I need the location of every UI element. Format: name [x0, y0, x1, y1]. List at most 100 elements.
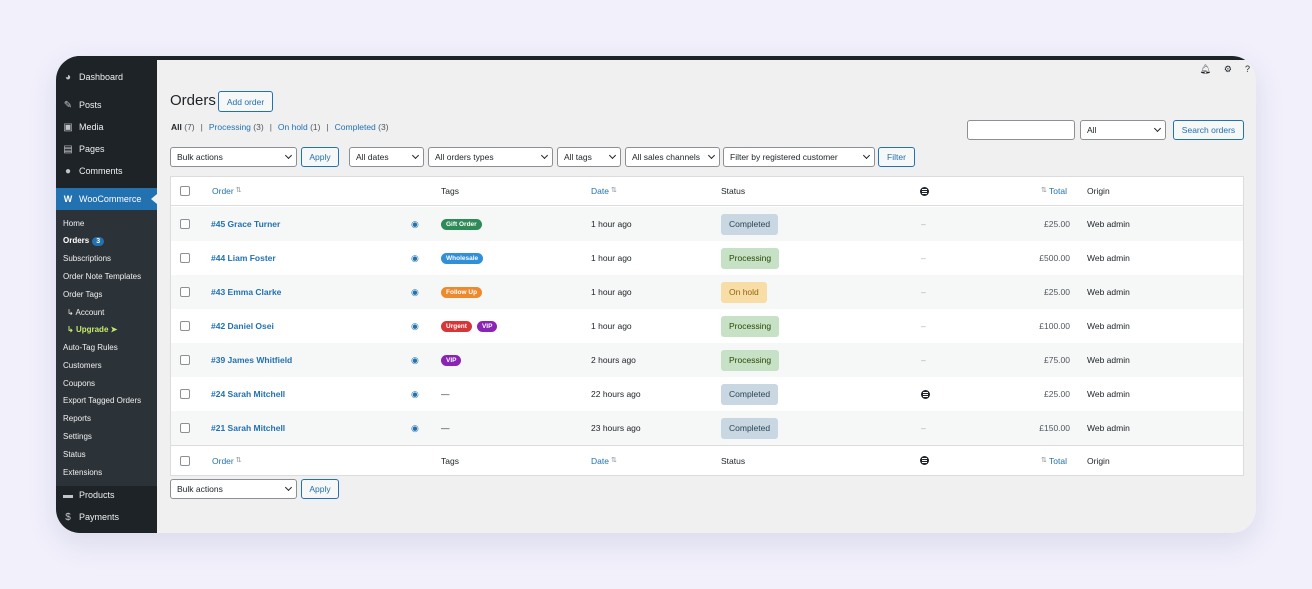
- apply-button-bottom[interactable]: Apply: [301, 479, 339, 499]
- total-cell: £150.00: [1001, 411, 1070, 445]
- footer-origin-icon: [920, 446, 929, 475]
- status-filter-on-hold[interactable]: On hold (1): [278, 122, 321, 132]
- submenu-auto-tag-rules[interactable]: Auto-Tag Rules: [63, 343, 118, 352]
- select-all-cell: [180, 177, 190, 205]
- submenu-reports[interactable]: Reports: [63, 414, 91, 423]
- table-row[interactable]: #24 Sarah Mitchell ◉ — 22 hours ago Complete…: [171, 377, 1243, 411]
- sidebar-item-woocommerce[interactable]: W WooCommerce: [56, 188, 157, 210]
- table-row[interactable]: #39 James Whitfield ◉ VIP 2 hours ago Proces…: [171, 343, 1243, 377]
- order-link[interactable]: #39 James Whitfield: [211, 355, 292, 365]
- order-link[interactable]: #43 Emma Clarke: [211, 287, 281, 297]
- order-tag[interactable]: Urgent: [441, 320, 472, 332]
- submenu-order-note-templates[interactable]: Order Note Templates: [63, 272, 141, 281]
- order-link[interactable]: #44 Liam Foster: [211, 253, 276, 263]
- select-all-checkbox[interactable]: [180, 186, 190, 196]
- order-tag[interactable]: Gift Order: [441, 218, 482, 230]
- footer-origin: Origin: [1087, 446, 1110, 475]
- bulk-actions-select[interactable]: Bulk actions: [170, 147, 297, 167]
- eye-icon[interactable]: ◉: [411, 423, 419, 434]
- order-origin: Web admin: [1087, 321, 1130, 331]
- submenu-orders[interactable]: Orders 3: [63, 236, 105, 246]
- order-types-select[interactable]: All orders types: [428, 147, 553, 167]
- footer-total[interactable]: ⇅ Total: [1039, 446, 1067, 475]
- status-cell: Processing: [721, 343, 780, 377]
- row-checkbox-cell: [180, 241, 190, 275]
- submenu-coupons[interactable]: Coupons: [63, 379, 95, 388]
- header-label: Origin: [1087, 455, 1110, 466]
- footer-order[interactable]: Order ⇅: [212, 446, 244, 475]
- sidebar-item-dashboard[interactable]: ◕ Dashboard: [56, 66, 157, 88]
- sales-channels-select[interactable]: All sales channels: [625, 147, 720, 167]
- customer-select[interactable]: Filter by registered customer: [723, 147, 875, 167]
- sidebar-item-payments[interactable]: $ Payments: [56, 506, 157, 528]
- table-row[interactable]: #42 Daniel Osei ◉ Urgent VIP 1 hour ago Proce…: [171, 309, 1243, 343]
- eye-icon[interactable]: ◉: [411, 321, 419, 332]
- status-badge: Processing: [721, 315, 780, 337]
- table-row[interactable]: #21 Sarah Mitchell ◉ — 23 hours ago Complete…: [171, 411, 1243, 445]
- order-tag[interactable]: VIP: [476, 320, 498, 332]
- submenu-order-tags[interactable]: Order Tags: [63, 290, 102, 299]
- eye-icon[interactable]: ◉: [411, 355, 419, 366]
- select-all-checkbox[interactable]: [180, 455, 190, 466]
- submenu-customers[interactable]: Customers: [63, 361, 102, 370]
- order-link[interactable]: #45 Grace Turner: [211, 219, 280, 229]
- submenu-settings[interactable]: Settings: [63, 432, 92, 441]
- row-checkbox[interactable]: [180, 355, 190, 365]
- order-cell: #39 James Whitfield: [211, 343, 292, 377]
- row-checkbox[interactable]: [180, 389, 190, 399]
- submenu-status[interactable]: Status: [63, 450, 86, 459]
- sidebar-item-label: Media: [79, 122, 104, 132]
- sidebar-item-comments[interactable]: ● Comments: [56, 160, 157, 182]
- eye-icon[interactable]: ◉: [411, 219, 419, 230]
- row-checkbox[interactable]: [180, 253, 190, 263]
- submenu-home[interactable]: Home: [63, 219, 84, 228]
- submenu-upgrade[interactable]: ↳ Upgrade ➤: [67, 325, 117, 334]
- search-input[interactable]: [967, 120, 1075, 140]
- bulk-actions-select-bottom[interactable]: Bulk actions: [170, 479, 297, 499]
- submenu-subscriptions[interactable]: Subscriptions: [63, 254, 111, 263]
- table-row[interactable]: #45 Grace Turner ◉ Gift Order 1 hour ago Com…: [171, 207, 1243, 241]
- sidebar-item-media[interactable]: ▣ Media: [56, 116, 157, 138]
- search-type-select[interactable]: All: [1080, 120, 1166, 140]
- status-filter-completed[interactable]: Completed (3): [335, 122, 389, 132]
- eye-icon[interactable]: ◉: [411, 287, 419, 298]
- total-cell: £25.00: [1001, 377, 1070, 411]
- order-origin: Web admin: [1087, 423, 1130, 433]
- comments-icon: ●: [64, 165, 72, 177]
- table-row[interactable]: #43 Emma Clarke ◉ Follow Up 1 hour ago On ho…: [171, 275, 1243, 309]
- order-tag[interactable]: VIP: [441, 354, 462, 366]
- order-link[interactable]: #24 Sarah Mitchell: [211, 389, 285, 399]
- search-orders-button[interactable]: Search orders: [1173, 120, 1244, 140]
- header-order[interactable]: Order ⇅: [212, 177, 244, 205]
- eye-icon[interactable]: ◉: [411, 389, 419, 400]
- filter-button[interactable]: Filter: [878, 147, 915, 167]
- table-row[interactable]: #44 Liam Foster ◉ Wholesale 1 hour ago Proce…: [171, 241, 1243, 275]
- header-total[interactable]: ⇅ Total: [1039, 177, 1067, 205]
- status-filter-all[interactable]: All (7): [171, 122, 195, 132]
- tags-select[interactable]: All tags: [557, 147, 621, 167]
- add-order-button[interactable]: Add order: [218, 91, 273, 112]
- order-tag[interactable]: Wholesale: [441, 252, 484, 264]
- row-checkbox[interactable]: [180, 423, 190, 433]
- footer-date[interactable]: Date ⇅: [591, 446, 619, 475]
- sidebar-item-posts[interactable]: ✎ Posts: [56, 94, 157, 116]
- apply-button[interactable]: Apply: [301, 147, 339, 167]
- submenu-account[interactable]: ↳ Account: [67, 308, 104, 317]
- status-filter-processing[interactable]: Processing (3): [209, 122, 264, 132]
- dates-select[interactable]: All dates: [349, 147, 424, 167]
- row-checkbox[interactable]: [180, 287, 190, 297]
- sidebar-item-products[interactable]: ▬ Products: [56, 484, 157, 506]
- order-link[interactable]: #42 Daniel Osei: [211, 321, 274, 331]
- row-checkbox[interactable]: [180, 219, 190, 229]
- order-tag[interactable]: Follow Up: [441, 286, 483, 298]
- orders-count-badge: 3: [92, 237, 105, 246]
- row-checkbox[interactable]: [180, 321, 190, 331]
- footer-tags: Tags: [441, 446, 459, 475]
- date-cell: 2 hours ago: [591, 343, 636, 377]
- order-link[interactable]: #21 Sarah Mitchell: [211, 423, 285, 433]
- eye-icon[interactable]: ◉: [411, 253, 419, 264]
- submenu-extensions[interactable]: Extensions: [63, 468, 102, 477]
- sidebar-item-pages[interactable]: ▤ Pages: [56, 138, 157, 160]
- header-date[interactable]: Date ⇅: [591, 177, 619, 205]
- submenu-export-tagged-orders[interactable]: Export Tagged Orders: [63, 396, 141, 405]
